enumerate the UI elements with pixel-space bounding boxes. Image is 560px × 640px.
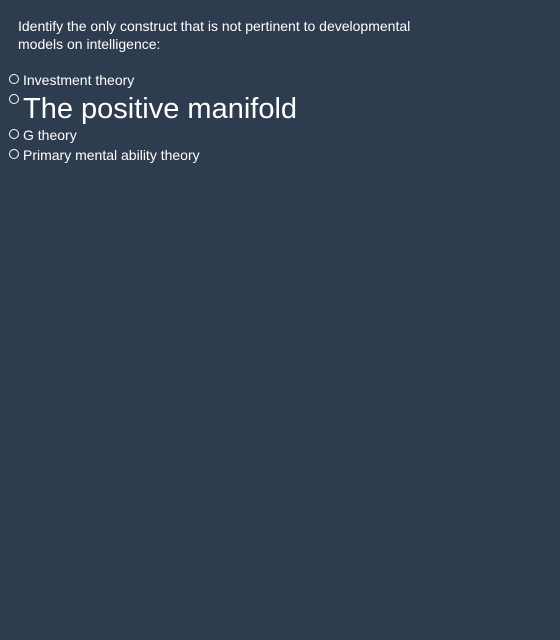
radio-button[interactable] [9,129,19,139]
question-text: Identify the only construct that is not … [18,18,411,52]
answer-options: Investment theory The positive manifold … [8,71,548,166]
option-investment-theory[interactable]: Investment theory [8,71,548,91]
option-primary-mental-ability-theory[interactable]: Primary mental ability theory [8,146,548,166]
option-positive-manifold[interactable]: The positive manifold [8,91,548,125]
radio-button[interactable] [9,74,19,84]
radio-button[interactable] [9,149,19,159]
option-label: Primary mental ability theory [23,147,200,163]
option-label: G theory [23,127,77,143]
option-label: The positive manifold [23,93,298,125]
option-label: Investment theory [23,72,135,88]
radio-button[interactable] [9,94,19,104]
option-g-theory[interactable]: G theory [8,126,548,146]
